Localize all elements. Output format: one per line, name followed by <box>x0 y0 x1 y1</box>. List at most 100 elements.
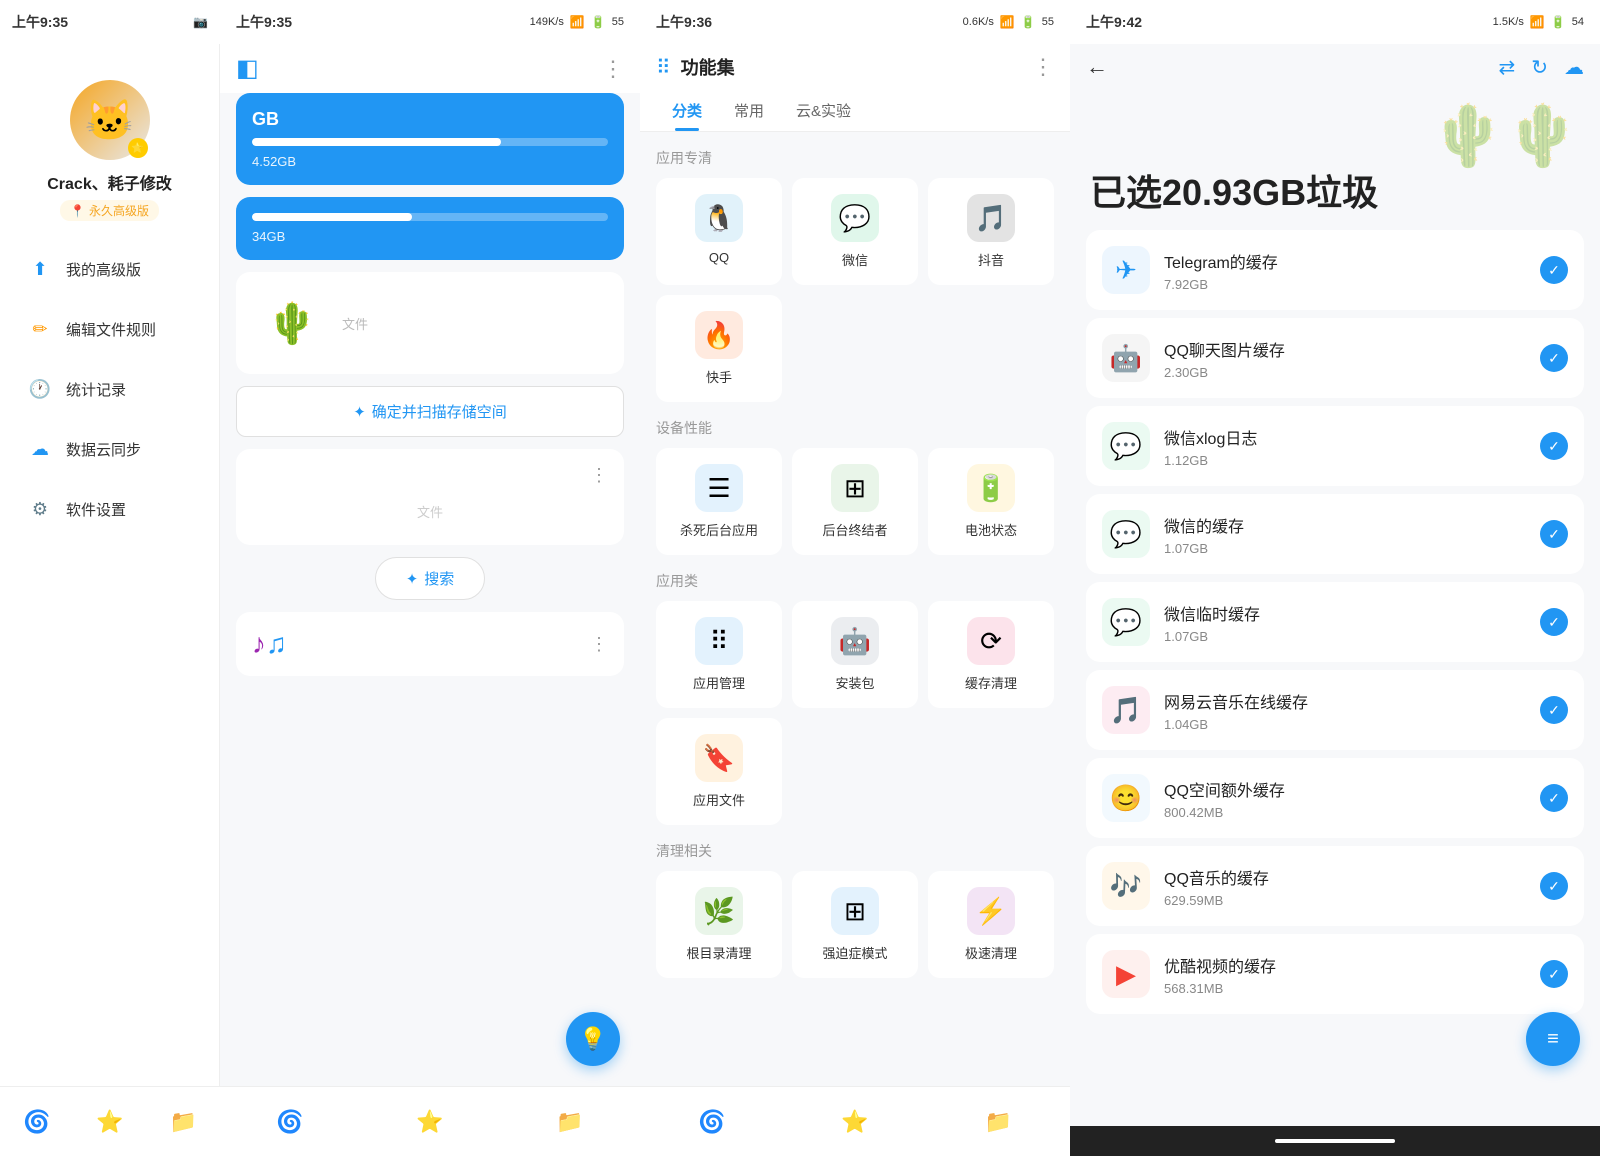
nav-folder-2[interactable]: 📁 <box>556 1109 583 1135</box>
clean-item-youku[interactable]: ▶ 优酷视频的缓存 568.31MB ✓ <box>1086 934 1584 1014</box>
app-files-icon: 🔖 <box>695 734 743 782</box>
check-netease[interactable]: ✓ <box>1540 696 1568 724</box>
avatar: 🐱 ⭐ <box>70 80 150 160</box>
wechat-cache-size: 1.07GB <box>1164 541 1526 556</box>
battery-3: 55 <box>1042 16 1054 28</box>
check-wechat-xlog[interactable]: ✓ <box>1540 432 1568 460</box>
home-indicator <box>1275 1139 1395 1143</box>
status-icons-3: 0.6K/s 📶 🔋 55 <box>963 15 1054 29</box>
wechat-cache-info: 微信的缓存 1.07GB <box>1164 513 1526 556</box>
nav-fan-2[interactable]: 🌀 <box>276 1109 303 1135</box>
sidebar-item-stats[interactable]: 🕐 统计记录 <box>10 361 209 417</box>
check-telegram[interactable]: ✓ <box>1540 256 1568 284</box>
fab-menu-icon: ≡ <box>1547 1028 1559 1051</box>
nav-star-2[interactable]: ⭐ <box>416 1109 443 1135</box>
feature-battery[interactable]: 🔋 电池状态 <box>928 448 1054 555</box>
check-qq-zone[interactable]: ✓ <box>1540 784 1568 812</box>
apk-icon: 🤖 <box>831 617 879 665</box>
storage-label-2: 34GB <box>252 229 608 244</box>
scan-button[interactable]: ✦ 确定并扫描存储空间 <box>236 386 624 437</box>
feature-bg-killer[interactable]: ⊞ 后台终结者 <box>792 448 918 555</box>
clean-item-wechat-xlog[interactable]: 💬 微信xlog日志 1.12GB ✓ <box>1086 406 1584 486</box>
ocd-mode-icon: ⊞ <box>831 887 879 935</box>
floating-btn-2[interactable]: 💡 <box>566 1012 620 1066</box>
wechat-xlog-info: 微信xlog日志 1.12GB <box>1164 425 1526 468</box>
clean-fab[interactable]: ≡ <box>1526 1012 1580 1066</box>
storage-more-icon[interactable]: ⋮ <box>602 56 624 82</box>
qq-zone-icon: 😊 <box>1102 774 1150 822</box>
feature-ocd-mode[interactable]: ⊞ 强迫症模式 <box>792 871 918 978</box>
features-header: ⠿ 功能集 ⋮ <box>640 44 1070 90</box>
check-youku[interactable]: ✓ <box>1540 960 1568 988</box>
nav-folder-1[interactable]: 📁 <box>170 1109 197 1135</box>
bg-killer-label: 后台终结者 <box>822 520 887 539</box>
clean-item-qq-zone[interactable]: 😊 QQ空间额外缓存 800.42MB ✓ <box>1086 758 1584 838</box>
stats-icon: 🕐 <box>26 375 54 403</box>
feature-app-files[interactable]: 🔖 应用文件 <box>656 718 782 825</box>
clean-item-wechat-tmp[interactable]: 💬 微信临时缓存 1.07GB ✓ <box>1086 582 1584 662</box>
file-label: 文件 <box>342 314 608 333</box>
file-more-icon[interactable]: ⋮ <box>590 465 608 486</box>
bg-killer-icon: ⊞ <box>831 464 879 512</box>
status-bar-1: 上午9:35 📷 <box>0 0 220 44</box>
feature-app-mgr[interactable]: ⠿ 应用管理 <box>656 601 782 708</box>
feature-kill-bg[interactable]: ☰ 杀死后台应用 <box>656 448 782 555</box>
clean-item-netease[interactable]: 🎵 网易云音乐在线缓存 1.04GB ✓ <box>1086 670 1584 750</box>
sidebar-item-premium[interactable]: ⬆ 我的高级版 <box>10 241 209 297</box>
check-wechat-cache[interactable]: ✓ <box>1540 520 1568 548</box>
refresh-icon[interactable]: ↻ <box>1531 55 1548 80</box>
user-name: Crack、耗子修改 <box>47 170 171 194</box>
youku-name: 优酷视频的缓存 <box>1164 953 1526 977</box>
clean-item-telegram[interactable]: ✈ Telegram的缓存 7.92GB ✓ <box>1086 230 1584 310</box>
nav-fan-1[interactable]: 🌀 <box>23 1109 50 1135</box>
nav-star-3[interactable]: ⭐ <box>841 1109 868 1135</box>
feature-wechat[interactable]: 💬 微信 <box>792 178 918 285</box>
file-dots: ⋮ <box>252 465 608 486</box>
features-more-icon[interactable]: ⋮ <box>1032 54 1054 80</box>
feature-dir-clean[interactable]: 🌿 根目录清理 <box>656 871 782 978</box>
check-qq-chat[interactable]: ✓ <box>1540 344 1568 372</box>
feature-apk[interactable]: 🤖 安装包 <box>792 601 918 708</box>
fast-clean-icon: ⚡ <box>967 887 1015 935</box>
storage-card-1: GB 4.52GB <box>236 93 624 185</box>
check-qq-music[interactable]: ✓ <box>1540 872 1568 900</box>
netease-size: 1.04GB <box>1164 717 1526 732</box>
feature-kuaishou[interactable]: 🔥 快手 <box>656 295 782 402</box>
youku-size: 568.31MB <box>1164 981 1526 996</box>
back-icon[interactable]: ← <box>1086 54 1108 80</box>
cloud-up-icon[interactable]: ☁ <box>1564 55 1584 80</box>
search-button[interactable]: ✦ 搜索 <box>375 557 486 600</box>
nav-folder-3[interactable]: 📁 <box>985 1109 1012 1135</box>
wechat-xlog-size: 1.12GB <box>1164 453 1526 468</box>
feature-qq[interactable]: 🐧 QQ <box>656 178 782 285</box>
clean-item-wechat-cache[interactable]: 💬 微信的缓存 1.07GB ✓ <box>1086 494 1584 574</box>
kuaishou-icon: 🔥 <box>695 311 743 359</box>
transfer-icon[interactable]: ⇄ <box>1498 55 1515 80</box>
feature-cache-clean[interactable]: ⟳ 缓存清理 <box>928 601 1054 708</box>
sidebar-item-cloud[interactable]: ☁ 数据云同步 <box>10 421 209 477</box>
wechat-icon: 💬 <box>831 194 879 242</box>
feature-fast-clean[interactable]: ⚡ 极速清理 <box>928 871 1054 978</box>
clean-item-qq-music[interactable]: 🎶 QQ音乐的缓存 629.59MB ✓ <box>1086 846 1584 926</box>
features-title: 功能集 <box>681 54 1022 80</box>
nav-star-1[interactable]: ⭐ <box>96 1109 123 1135</box>
sidebar-item-rules[interactable]: ✏ 编辑文件规则 <box>10 301 209 357</box>
nav-fan-3[interactable]: 🌀 <box>698 1109 725 1135</box>
tab-category[interactable]: 分类 <box>656 90 718 131</box>
qq-chat-name: QQ聊天图片缓存 <box>1164 337 1526 361</box>
feature-douyin[interactable]: 🎵 抖音 <box>928 178 1054 285</box>
check-wechat-tmp[interactable]: ✓ <box>1540 608 1568 636</box>
clean-item-qq-chat[interactable]: 🤖 QQ聊天图片缓存 2.30GB ✓ <box>1086 318 1584 398</box>
sidebar-label-rules: 编辑文件规则 <box>66 319 156 340</box>
music-more-icon[interactable]: ⋮ <box>590 634 608 655</box>
ocd-mode-label: 强迫症模式 <box>822 943 887 962</box>
scan-label: 确定并扫描存储空间 <box>372 401 507 422</box>
sidebar-item-settings[interactable]: ⚙ 软件设置 <box>10 481 209 537</box>
qq-zone-info: QQ空间额外缓存 800.42MB <box>1164 777 1526 820</box>
storage-layout-icon[interactable]: ◧ <box>236 54 259 83</box>
tab-cloud[interactable]: 云&实验 <box>780 90 867 131</box>
cloud-icon: ☁ <box>26 435 54 463</box>
qq-chat-size: 2.30GB <box>1164 365 1526 380</box>
bottom-nav-3: 🌀 ⭐ 📁 <box>640 1086 1070 1156</box>
tab-common[interactable]: 常用 <box>718 90 780 131</box>
